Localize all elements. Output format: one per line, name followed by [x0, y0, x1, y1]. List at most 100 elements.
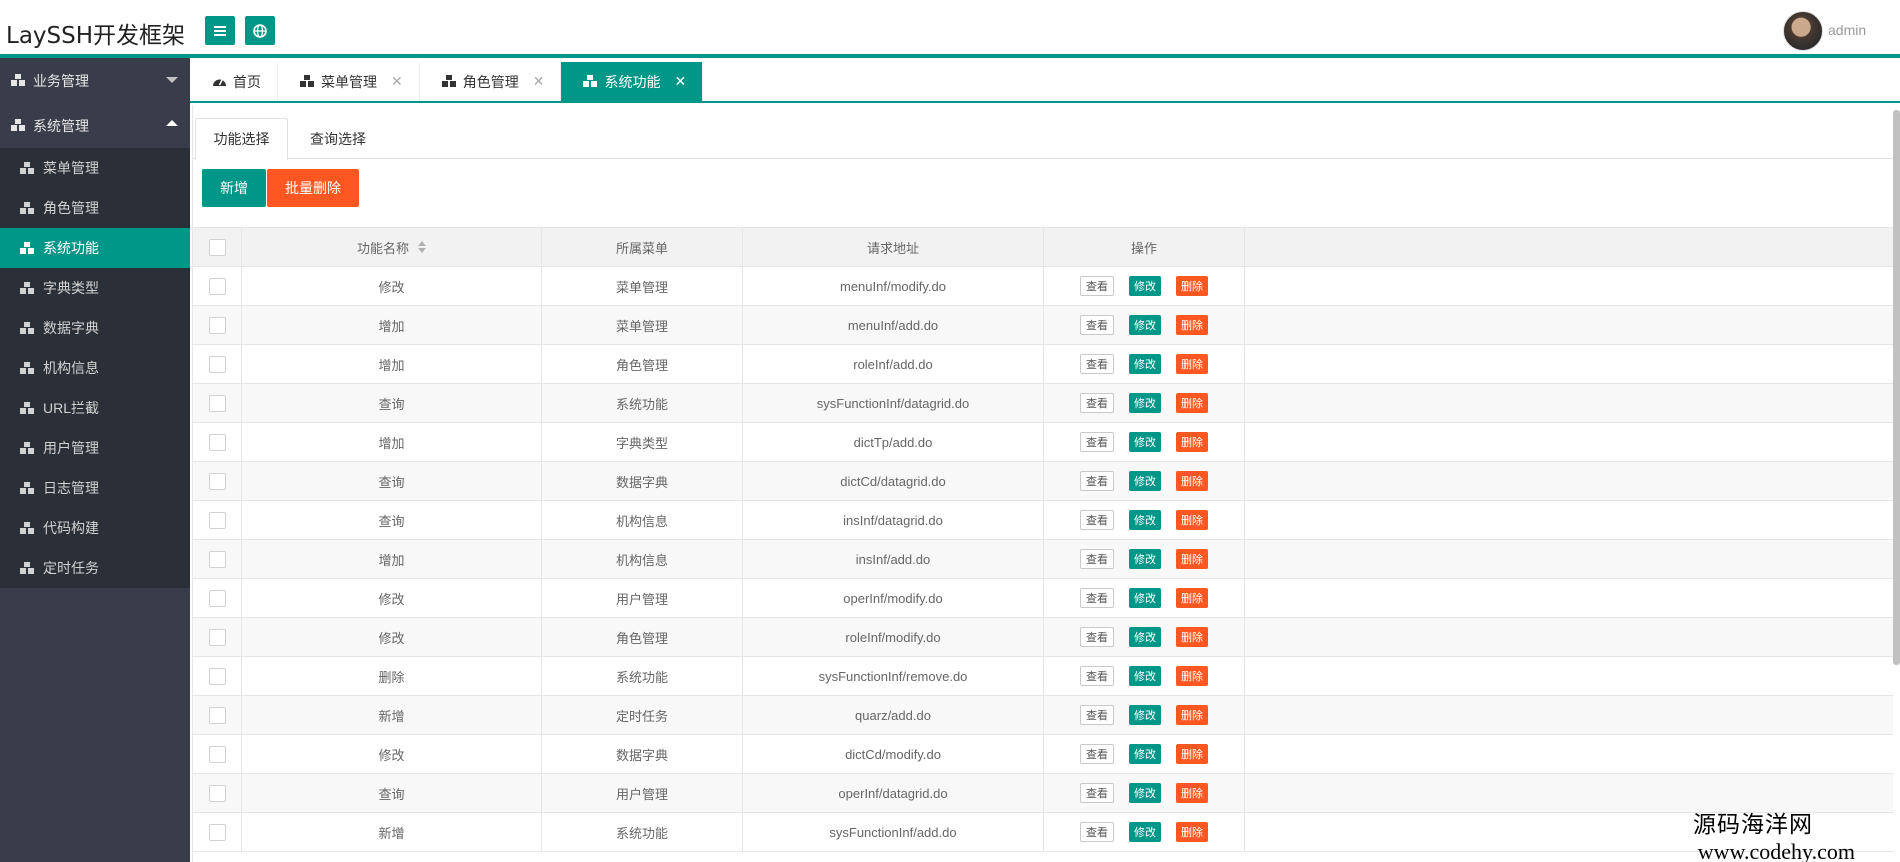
table-row[interactable]: 查询 机构信息 insInf/datagrid.do 查看 修改 删除 [193, 501, 1893, 540]
delete-button[interactable]: 删除 [1176, 744, 1208, 764]
delete-button[interactable]: 删除 [1176, 666, 1208, 686]
table-row[interactable]: 删除 系统功能 sysFunctionInf/remove.do 查看 修改 删除 [193, 657, 1893, 696]
table-row[interactable]: 查询 数据字典 dictCd/datagrid.do 查看 修改 删除 [193, 462, 1893, 501]
sidebar-item-user[interactable]: 用户管理 [0, 428, 190, 468]
view-button[interactable]: 查看 [1080, 315, 1114, 335]
table-row[interactable]: 查询 用户管理 operInf/datagrid.do 查看 修改 删除 [193, 774, 1893, 813]
sidebar-item-dict-type[interactable]: 字典类型 [0, 268, 190, 308]
edit-button[interactable]: 修改 [1129, 744, 1161, 764]
nav-group-business[interactable]: 业务管理 [0, 58, 190, 103]
nav-group-system[interactable]: 系统管理 [0, 103, 190, 148]
row-checkbox[interactable] [208, 589, 226, 607]
close-icon[interactable]: ✕ [533, 73, 545, 90]
sidebar-item-scheduler[interactable]: 定时任务 [0, 548, 190, 588]
table-row[interactable]: 新增 系统功能 sysFunctionInf/add.do 查看 修改 删除 [193, 813, 1893, 852]
row-checkbox[interactable] [208, 394, 226, 412]
edit-button[interactable]: 修改 [1129, 705, 1161, 725]
table-row[interactable]: 增加 菜单管理 menuInf/add.do 查看 修改 删除 [193, 306, 1893, 345]
row-checkbox[interactable] [208, 316, 226, 334]
edit-button[interactable]: 修改 [1129, 393, 1161, 413]
view-button[interactable]: 查看 [1080, 510, 1114, 530]
edit-button[interactable]: 修改 [1129, 666, 1161, 686]
edit-button[interactable]: 修改 [1129, 354, 1161, 374]
sidebar-item-menu[interactable]: 菜单管理 [0, 148, 190, 188]
add-button[interactable]: 新增 [202, 169, 266, 207]
view-button[interactable]: 查看 [1080, 432, 1114, 452]
row-checkbox[interactable] [208, 433, 226, 451]
table-row[interactable]: 新增 定时任务 quarz/add.do 查看 修改 删除 [193, 696, 1893, 735]
view-button[interactable]: 查看 [1080, 666, 1114, 686]
edit-button[interactable]: 修改 [1129, 822, 1161, 842]
table-row[interactable]: 修改 用户管理 operInf/modify.do 查看 修改 删除 [193, 579, 1893, 618]
view-button[interactable]: 查看 [1080, 549, 1114, 569]
delete-button[interactable]: 删除 [1176, 783, 1208, 803]
edit-button[interactable]: 修改 [1129, 276, 1161, 296]
edit-button[interactable]: 修改 [1129, 588, 1161, 608]
sidebar-item-codegen[interactable]: 代码构建 [0, 508, 190, 548]
delete-button[interactable]: 删除 [1176, 705, 1208, 725]
menu-toggle-button[interactable] [205, 16, 235, 45]
edit-button[interactable]: 修改 [1129, 783, 1161, 803]
delete-button[interactable]: 删除 [1176, 276, 1208, 296]
view-button[interactable]: 查看 [1080, 783, 1114, 803]
select-all-checkbox[interactable] [208, 238, 226, 256]
row-checkbox[interactable] [208, 667, 226, 685]
edit-button[interactable]: 修改 [1129, 315, 1161, 335]
delete-button[interactable]: 删除 [1176, 822, 1208, 842]
subtab-query-select[interactable]: 查询选择 [288, 118, 388, 159]
sidebar-item-role[interactable]: 角色管理 [0, 188, 190, 228]
delete-button[interactable]: 删除 [1176, 315, 1208, 335]
edit-button[interactable]: 修改 [1129, 627, 1161, 647]
table-row[interactable]: 修改 角色管理 roleInf/modify.do 查看 修改 删除 [193, 618, 1893, 657]
delete-button[interactable]: 删除 [1176, 627, 1208, 647]
tab-system-function[interactable]: 系统功能 ✕ [561, 62, 704, 101]
vertical-scrollbar[interactable] [1893, 110, 1900, 665]
delete-button[interactable]: 删除 [1176, 432, 1208, 452]
globe-button[interactable] [245, 16, 275, 45]
sidebar-item-function[interactable]: 系统功能 [0, 228, 190, 268]
view-button[interactable]: 查看 [1080, 354, 1114, 374]
row-checkbox[interactable] [208, 628, 226, 646]
row-checkbox[interactable] [208, 277, 226, 295]
row-checkbox[interactable] [208, 823, 226, 841]
view-button[interactable]: 查看 [1080, 276, 1114, 296]
edit-button[interactable]: 修改 [1129, 549, 1161, 569]
row-checkbox[interactable] [208, 472, 226, 490]
row-checkbox[interactable] [208, 550, 226, 568]
table-row[interactable]: 修改 数据字典 dictCd/modify.do 查看 修改 删除 [193, 735, 1893, 774]
table-row[interactable]: 增加 机构信息 insInf/add.do 查看 修改 删除 [193, 540, 1893, 579]
view-button[interactable]: 查看 [1080, 744, 1114, 764]
batch-delete-button[interactable]: 批量删除 [267, 169, 359, 207]
close-icon[interactable]: ✕ [674, 73, 686, 90]
delete-button[interactable]: 删除 [1176, 588, 1208, 608]
view-button[interactable]: 查看 [1080, 471, 1114, 491]
table-row[interactable]: 增加 角色管理 roleInf/add.do 查看 修改 删除 [193, 345, 1893, 384]
row-checkbox[interactable] [208, 706, 226, 724]
delete-button[interactable]: 删除 [1176, 549, 1208, 569]
sidebar-item-url-intercept[interactable]: URL拦截 [0, 388, 190, 428]
delete-button[interactable]: 删除 [1176, 510, 1208, 530]
close-icon[interactable]: ✕ [391, 73, 403, 90]
sidebar-item-dictionary[interactable]: 数据字典 [0, 308, 190, 348]
avatar[interactable] [1783, 11, 1823, 51]
sort-icon[interactable] [418, 241, 426, 253]
view-button[interactable]: 查看 [1080, 627, 1114, 647]
view-button[interactable]: 查看 [1080, 588, 1114, 608]
subtab-function-select[interactable]: 功能选择 [195, 118, 288, 160]
delete-button[interactable]: 删除 [1176, 354, 1208, 374]
tab-home[interactable]: 首页 [190, 62, 278, 101]
table-row[interactable]: 查询 系统功能 sysFunctionInf/datagrid.do 查看 修改 删除 [193, 384, 1893, 423]
edit-button[interactable]: 修改 [1129, 471, 1161, 491]
username-label[interactable]: admin [1828, 22, 1866, 38]
view-button[interactable]: 查看 [1080, 393, 1114, 413]
row-checkbox[interactable] [208, 355, 226, 373]
row-checkbox[interactable] [208, 745, 226, 763]
row-checkbox[interactable] [208, 511, 226, 529]
edit-button[interactable]: 修改 [1129, 432, 1161, 452]
header-function-name[interactable]: 功能名称 [242, 228, 542, 266]
edit-button[interactable]: 修改 [1129, 510, 1161, 530]
row-checkbox[interactable] [208, 784, 226, 802]
delete-button[interactable]: 删除 [1176, 393, 1208, 413]
view-button[interactable]: 查看 [1080, 705, 1114, 725]
sidebar-item-org[interactable]: 机构信息 [0, 348, 190, 388]
